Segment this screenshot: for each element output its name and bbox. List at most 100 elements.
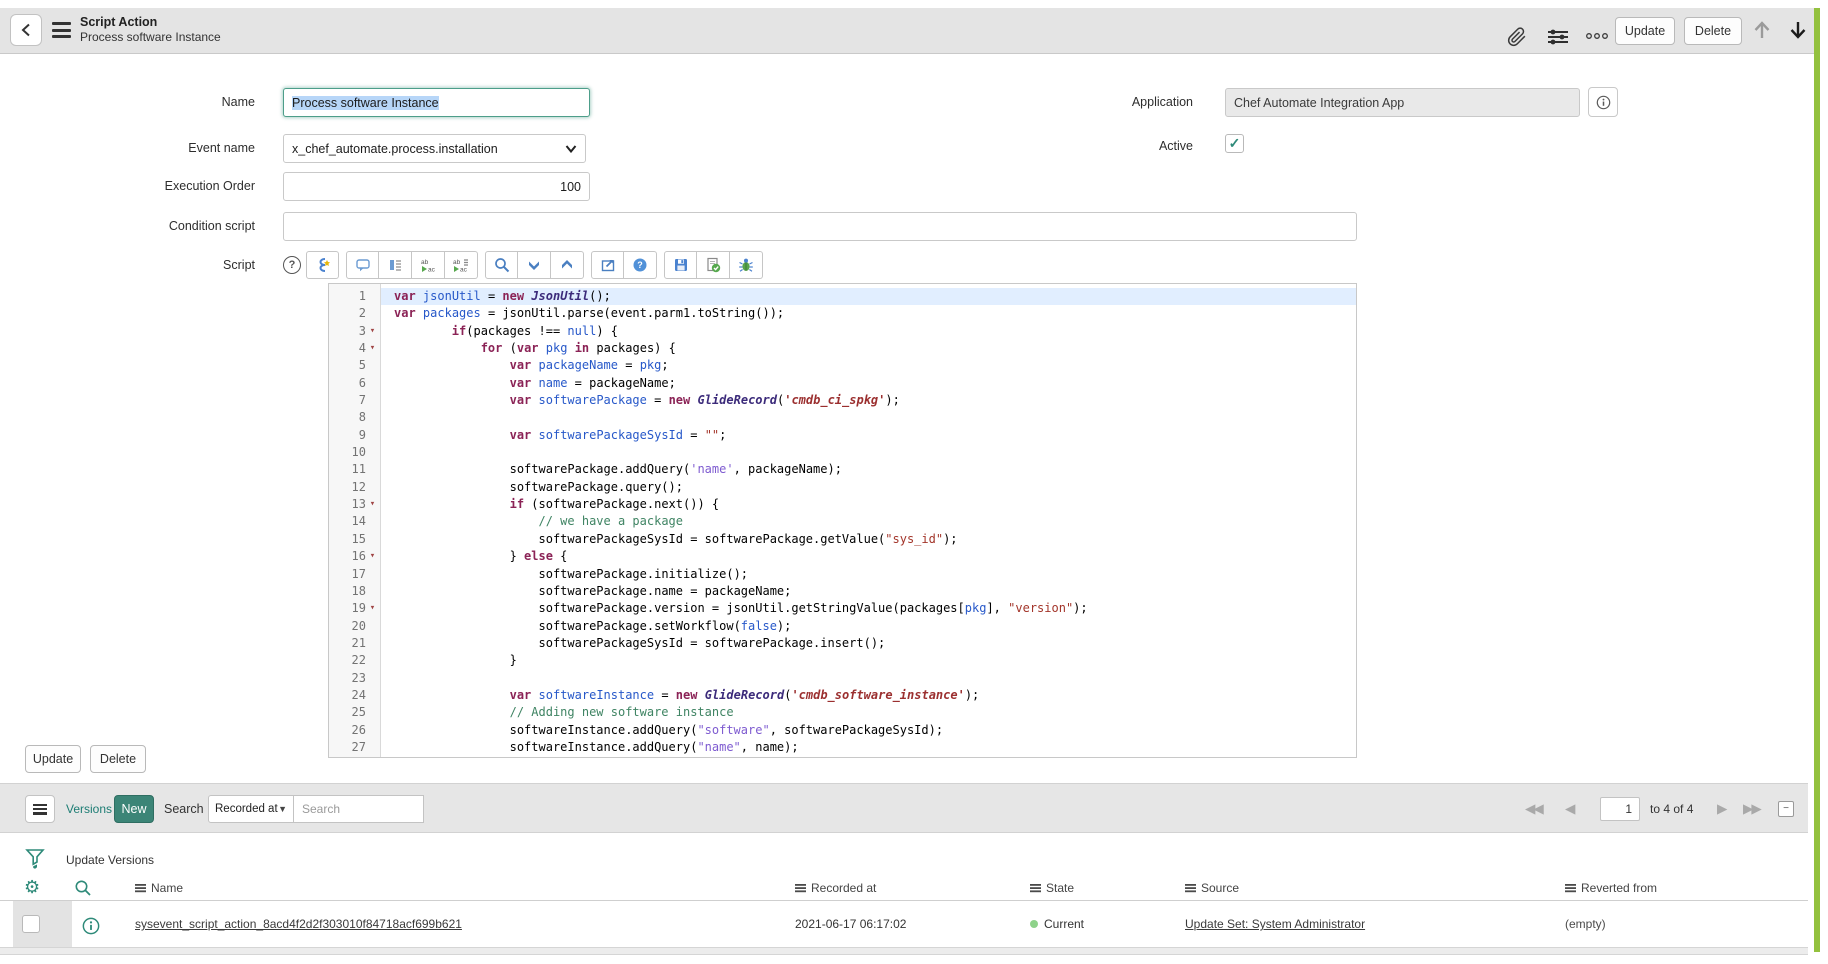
code-line-25[interactable]: // Adding new software instance xyxy=(381,704,1356,721)
search-button[interactable] xyxy=(485,251,518,279)
gutter-line[interactable]: 13▾ xyxy=(329,496,380,513)
find-next-button[interactable] xyxy=(518,251,551,279)
code-line-10[interactable] xyxy=(381,444,1356,461)
update-button[interactable]: Update xyxy=(1615,17,1675,45)
gutter-line: 9 xyxy=(329,427,380,444)
code-line-22[interactable]: } xyxy=(381,652,1356,669)
code-line-19[interactable]: softwarePackage.version = jsonUtil.getSt… xyxy=(381,600,1356,617)
gutter-line[interactable]: 3▾ xyxy=(329,323,380,340)
code-line-21[interactable]: softwarePackageSysId = softwarePackage.i… xyxy=(381,635,1356,652)
scroll-up-icon[interactable] xyxy=(1752,19,1772,41)
search-field-select[interactable]: Recorded at ▼ xyxy=(208,795,294,823)
list-gear-icon[interactable]: ⚙ xyxy=(24,877,40,897)
next-page-icon[interactable]: ▶ xyxy=(1717,784,1727,834)
script-editor[interactable]: 123▾4▾5678910111213▾141516▾171819▾202122… xyxy=(328,283,1357,758)
record-link[interactable]: sysevent_script_action_8acd4f2d2f303010f… xyxy=(135,917,462,931)
column-header-name[interactable]: Name xyxy=(135,881,183,895)
last-page-icon[interactable]: ▶▶ xyxy=(1743,784,1760,834)
back-button[interactable] xyxy=(10,14,42,46)
code-line-1[interactable]: var jsonUtil = new JsonUtil(); xyxy=(381,288,1356,305)
context-menu-icon[interactable] xyxy=(52,22,71,38)
syntax-check-button[interactable] xyxy=(306,251,339,279)
column-header-source[interactable]: Source xyxy=(1185,881,1239,895)
application-info-button[interactable] xyxy=(1588,87,1618,117)
scroll-down-icon[interactable] xyxy=(1788,19,1808,41)
code-line-7[interactable]: var softwarePackage = new GlideRecord('c… xyxy=(381,392,1356,409)
breadcrumb[interactable]: Update Versions xyxy=(66,853,154,867)
column-header-recorded-at[interactable]: Recorded at xyxy=(795,881,876,895)
code-line-6[interactable]: var name = packageName; xyxy=(381,375,1356,392)
code-line-5[interactable]: var packageName = pkg; xyxy=(381,357,1356,374)
column-menu-icon[interactable] xyxy=(1565,883,1576,893)
collapse-list-icon[interactable]: − xyxy=(1778,801,1794,817)
more-options-icon[interactable] xyxy=(1585,31,1609,41)
code-line-17[interactable]: softwarePackage.initialize(); xyxy=(381,566,1356,583)
script-help-icon[interactable]: ? xyxy=(283,256,301,274)
code-line-4[interactable]: for (var pkg in packages) { xyxy=(381,340,1356,357)
gutter-line[interactable]: 4▾ xyxy=(329,340,380,357)
name-input[interactable]: Process software Instance xyxy=(283,88,590,117)
execution-order-input[interactable]: 100 xyxy=(283,172,590,201)
replace-button[interactable]: abac xyxy=(412,251,445,279)
code-line-26[interactable]: softwareInstance.addQuery("software", so… xyxy=(381,722,1356,739)
cell-name[interactable]: sysevent_script_action_8acd4f2d2f303010f… xyxy=(135,901,462,947)
column-menu-icon[interactable] xyxy=(795,883,806,893)
filter-icon[interactable] xyxy=(25,848,45,871)
code-line-13[interactable]: if (softwarePackage.next()) { xyxy=(381,496,1356,513)
update-button-bottom[interactable]: Update xyxy=(25,745,81,773)
personalize-form-icon[interactable] xyxy=(1547,28,1569,46)
application-label: Application xyxy=(938,95,1193,109)
code-line-27[interactable]: softwareInstance.addQuery("name", name); xyxy=(381,739,1356,756)
code-line-23[interactable] xyxy=(381,670,1356,687)
code-line-11[interactable]: softwarePackage.addQuery('name', package… xyxy=(381,461,1356,478)
code-line-15[interactable]: softwarePackageSysId = softwarePackage.g… xyxy=(381,531,1356,548)
open-standalone-button[interactable] xyxy=(591,251,624,279)
code-line-12[interactable]: softwarePackage.query(); xyxy=(381,479,1356,496)
column-menu-icon[interactable] xyxy=(135,883,146,893)
cell-source[interactable]: Update Set: System Administrator xyxy=(1185,901,1365,947)
column-header-reverted-from[interactable]: Reverted from xyxy=(1565,881,1657,895)
code-line-3[interactable]: if(packages !== null) { xyxy=(381,323,1356,340)
gutter-line[interactable]: 16▾ xyxy=(329,548,380,565)
new-button[interactable]: New xyxy=(114,795,154,823)
first-page-icon[interactable]: ◀◀ xyxy=(1525,784,1542,834)
previous-page-icon[interactable]: ◀ xyxy=(1565,784,1575,834)
code-line-24[interactable]: var softwareInstance = new GlideRecord('… xyxy=(381,687,1356,704)
related-list-title[interactable]: Versions xyxy=(66,784,112,834)
editor-code[interactable]: var jsonUtil = new JsonUtil();var packag… xyxy=(381,284,1356,757)
list-menu-button[interactable] xyxy=(25,795,55,823)
list-search-input[interactable]: Search xyxy=(294,795,424,823)
save-button[interactable] xyxy=(664,251,697,279)
row-checkbox[interactable] xyxy=(22,915,40,933)
list-header-row: ⚙ Name Recorded at State Source Reverted fro… xyxy=(0,877,1808,901)
column-header-state[interactable]: State xyxy=(1030,881,1074,895)
list-search-icon[interactable] xyxy=(74,879,92,897)
debug-button[interactable] xyxy=(730,251,763,279)
code-line-9[interactable]: var softwarePackageSysId = ""; xyxy=(381,427,1356,444)
column-menu-icon[interactable] xyxy=(1030,883,1041,893)
code-line-20[interactable]: softwarePackage.setWorkflow(false); xyxy=(381,618,1356,635)
code-line-14[interactable]: // we have a package xyxy=(381,513,1356,530)
replace-all-button[interactable]: abac xyxy=(445,251,478,279)
attachment-icon[interactable] xyxy=(1507,27,1527,47)
page-number-input[interactable]: 1 xyxy=(1600,797,1640,821)
find-previous-button[interactable] xyxy=(551,251,584,279)
gutter-line[interactable]: 19▾ xyxy=(329,600,380,617)
column-menu-icon[interactable] xyxy=(1185,883,1196,893)
condition-script-input[interactable] xyxy=(283,212,1357,241)
delete-button[interactable]: Delete xyxy=(1684,17,1742,45)
code-line-8[interactable] xyxy=(381,409,1356,426)
event-name-select[interactable]: x_chef_automate.process.installation xyxy=(283,134,586,163)
validate-button[interactable] xyxy=(697,251,730,279)
active-checkbox[interactable]: ✓ xyxy=(1225,134,1244,153)
editor-help-button[interactable]: ? xyxy=(624,251,657,279)
delete-button-bottom[interactable]: Delete xyxy=(90,745,146,773)
comment-button[interactable] xyxy=(346,251,379,279)
code-line-18[interactable]: softwarePackage.name = packageName; xyxy=(381,583,1356,600)
code-line-16[interactable]: } else { xyxy=(381,548,1356,565)
list-breadcrumb-row: Update Versions xyxy=(0,845,1808,877)
code-line-2[interactable]: var packages = jsonUtil.parse(event.parm… xyxy=(381,305,1356,322)
format-code-button[interactable] xyxy=(379,251,412,279)
source-link[interactable]: Update Set: System Administrator xyxy=(1185,917,1365,931)
row-info-icon[interactable] xyxy=(82,917,100,935)
